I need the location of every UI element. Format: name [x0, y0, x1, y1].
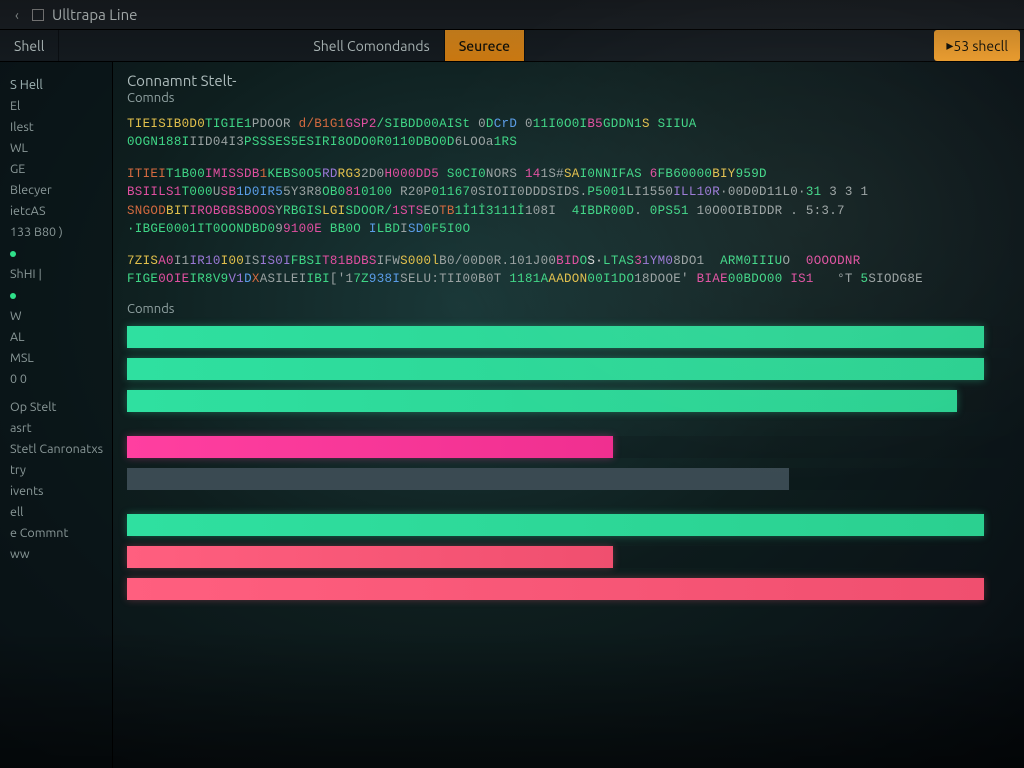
sidebar-item[interactable]: Blecyer [6, 181, 106, 199]
bar-row [127, 468, 1010, 490]
sidebar-item[interactable] [6, 244, 106, 262]
sidebar-item[interactable]: ietcAS [6, 202, 106, 220]
sidebar-item[interactable]: ivents [6, 482, 106, 500]
hex-block-1: TIEISIB0D0TIGIE1PDOOR d/B1G1GSP2/SIBDD00… [127, 115, 1010, 151]
bar-row [127, 436, 1010, 458]
sidebar-item[interactable]: WL [6, 139, 106, 157]
bar-row [127, 546, 1010, 568]
sidebar-item[interactable]: GE [6, 160, 106, 178]
section-title: Connamnt Stelt- [127, 72, 1010, 89]
window-icon [32, 9, 44, 21]
bolt-icon: ▸ [946, 37, 953, 54]
status-badge: ▸ 53 shecll [934, 30, 1020, 61]
sidebar-item[interactable]: 133 B80 ) [6, 223, 106, 241]
tab-sequence[interactable]: Seurece [445, 30, 525, 61]
bar-row [127, 390, 1010, 412]
sidebar-item[interactable]: ww [6, 545, 106, 563]
sidebar-item[interactable]: ShHI | [6, 265, 106, 283]
bar-row [127, 578, 1010, 600]
bars-title: Comnds [127, 302, 1010, 316]
sidebar-item[interactable]: 0 0 [6, 370, 106, 388]
tab-commands[interactable]: Shell Comondands [299, 30, 444, 61]
sidebar-item[interactable]: Op Stelt [6, 398, 106, 416]
sidebar: S Hell El Ilest WL GE Blecyer ietcAS 133 B80 ) S… [0, 62, 113, 768]
bar-row [127, 514, 1010, 536]
sidebar-item[interactable]: try [6, 461, 106, 479]
sidebar-item[interactable]: AL [6, 328, 106, 346]
tabstrip: Shell Shell Comondands Seurece ▸ 53 shec… [0, 30, 1024, 62]
bars-chart [127, 326, 1010, 600]
sidebar-item[interactable]: S Hell [6, 76, 106, 94]
sidebar-item[interactable]: asrt [6, 419, 106, 437]
tab-shell[interactable]: Shell [0, 30, 59, 61]
sidebar-item[interactable]: Stetl Canronatxs [6, 440, 106, 458]
titlebar: ‹ Ulltrapa Line [0, 0, 1024, 30]
sidebar-item[interactable]: ell [6, 503, 106, 521]
sidebar-item[interactable]: MSL [6, 349, 106, 367]
sidebar-item[interactable] [6, 286, 106, 304]
sidebar-item[interactable] [6, 391, 106, 395]
sidebar-item[interactable]: Ilest [6, 118, 106, 136]
back-icon[interactable]: ‹ [8, 6, 26, 24]
bar-row [127, 326, 1010, 348]
sidebar-item[interactable]: W [6, 307, 106, 325]
sidebar-item[interactable]: El [6, 97, 106, 115]
badge-text: 53 shecll [953, 38, 1008, 54]
hex-block-3: 7ZISA0I1IR10I00ISIS0IFBSIT81BDBSIFWS000l… [127, 252, 1010, 288]
sidebar-item[interactable]: e Commnt [6, 524, 106, 542]
section-subtitle: Comnds [127, 91, 1010, 105]
window-title: Ulltrapa Line [52, 6, 137, 23]
hex-block-2: ITIEIT1B00IMISSDB1KEBS0O5RDRG32D0H000DD5… [127, 165, 1010, 238]
main-panel: Connamnt Stelt- Comnds TIEISIB0D0TIGIE1P… [113, 62, 1024, 768]
bar-row [127, 358, 1010, 380]
